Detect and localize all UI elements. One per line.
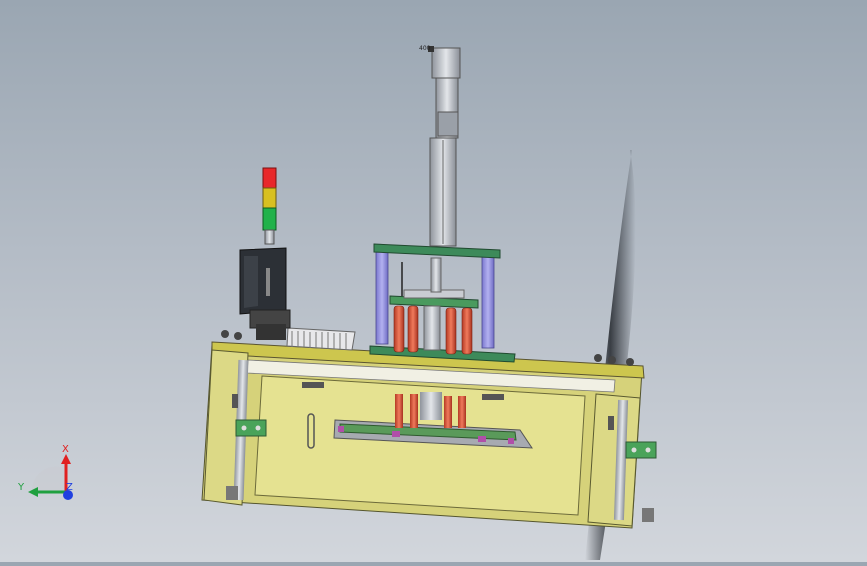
machine-model[interactable]: 400	[0, 0, 867, 562]
press-assembly[interactable]	[373, 243, 501, 355]
x-axis-label: X	[62, 444, 69, 455]
cad-3d-viewport[interactable]: 400 X Y Z	[0, 0, 867, 562]
beacon-yellow-light	[262, 187, 277, 209]
beacon-red-light	[262, 167, 277, 189]
beacon-green-light	[262, 207, 277, 231]
orientation-triad[interactable]: X Y Z	[14, 440, 84, 510]
y-axis-label: Y	[17, 482, 25, 493]
actuator-label: 400	[419, 45, 431, 52]
signal-tower[interactable]	[262, 167, 277, 245]
control-box[interactable]	[239, 247, 291, 340]
z-axis-label: Z	[66, 482, 73, 493]
vertical-actuator[interactable]: 400	[419, 45, 461, 247]
